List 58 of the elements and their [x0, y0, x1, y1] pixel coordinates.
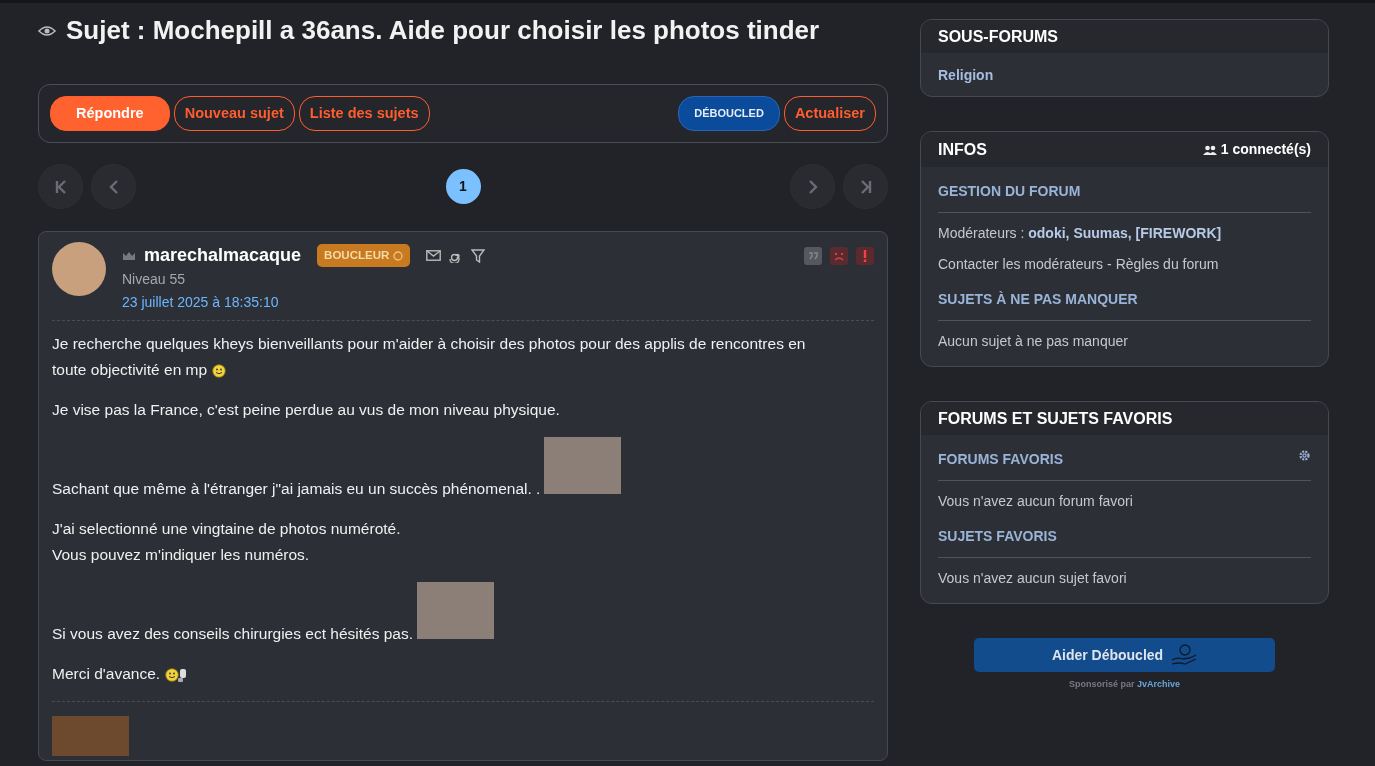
action-button[interactable]: Actualiser: [783, 96, 876, 131]
report-button[interactable]: [856, 246, 874, 265]
last-page-icon: [858, 179, 873, 194]
sidebar-text: Vous n'avez aucun forum favori: [938, 492, 1133, 512]
smiley-icon: [165, 666, 188, 683]
sidebar-text: Vous n'avez aucun sujet favori: [938, 569, 1127, 589]
quote-button[interactable]: [804, 246, 822, 265]
smiley-icon: [212, 363, 227, 378]
post-date-link[interactable]: 23 juillet 2025 à 18:35:10: [122, 294, 279, 310]
sidebar-link[interactable]: Règles du forum: [1115, 254, 1219, 276]
coin-hand-icon: [1171, 644, 1198, 667]
sponsor-text: Sponsorisé par: [1068, 679, 1135, 690]
sidebar-link[interactable]: Contacter les modérateurs: [938, 254, 1103, 276]
filter-icon[interactable]: [471, 248, 486, 263]
sidebar-text: Aucun sujet à ne pas manquer: [938, 332, 1128, 352]
topic-title: Sujet : Mochepill a 36ans. Aide pour choisir les photos tinder: [66, 15, 820, 47]
quote-icon: [808, 251, 818, 260]
action-button[interactable]: Nouveau sujet: [173, 96, 295, 131]
donate-button[interactable]: Aider Déboucled: [974, 638, 1275, 673]
circle-icon: [393, 250, 404, 261]
sidebar-text: -: [1106, 255, 1112, 275]
section-heading: GESTION DU FORUM: [938, 182, 1081, 202]
sidebar-text: Modérateurs : odoki, Suumas, [FIREWORK]: [938, 224, 1222, 244]
first-page-icon: [53, 179, 68, 194]
settings-icon[interactable]: [1298, 449, 1311, 463]
section-heading: SUJETS À NE PAS MANQUER: [938, 290, 1138, 310]
sponsor-link[interactable]: JvArchive: [1137, 679, 1181, 690]
brand-button[interactable]: DÉBOUCLED: [678, 96, 780, 131]
last-page-button[interactable]: [843, 164, 888, 209]
post-text: J'ai selectionné une vingtaine de photos numéroté.: [52, 520, 401, 537]
avatar-photo-placeholder: [52, 242, 106, 296]
panel-title: SOUS-FORUMS: [938, 27, 1058, 47]
exclamation-icon: [863, 249, 867, 262]
sad-face-button[interactable]: [830, 246, 848, 265]
section-heading: FORUMS FAVORIS: [938, 450, 1063, 470]
post-text: Merci d'avance.: [52, 665, 161, 682]
post-text: Je recherche quelques kheys bienveillants pour m'aider à choisir des photos pour des applis de rencontres en: [52, 335, 806, 352]
eye-icon: [38, 25, 56, 37]
post-text: toute objectivité en mp: [52, 361, 208, 378]
rank-badge: BOUCLEUR: [317, 243, 411, 268]
action-button[interactable]: Liste des sujets: [298, 96, 430, 131]
author-level: Niveau 55: [122, 270, 187, 289]
page-button[interactable]: 1: [445, 169, 481, 204]
section-heading: SUJETS FAVORIS: [938, 527, 1057, 547]
post-text: Vous pouvez m'indiquer les numéros.: [52, 546, 310, 563]
first-page-button[interactable]: [38, 164, 83, 209]
sad-face-icon: [833, 250, 845, 261]
subforum-link[interactable]: Religion: [938, 65, 994, 87]
panel-title: FORUMS ET SUJETS FAVORIS: [938, 409, 1173, 429]
post-text: Sachant que même à l'étranger j"ai jamais eu un succès phénomenal. .: [52, 480, 541, 497]
author-name[interactable]: marechalmacaque: [144, 242, 302, 269]
post-text: Si vous avez des conseils chirurgies ect hésités pas.: [52, 625, 413, 642]
crown-icon: [122, 250, 136, 261]
panel-title: INFOS: [938, 140, 987, 160]
post-text: Je vise pas la France, c'est peine perdue au vus de mon niveau physique.: [52, 401, 560, 418]
online-count: 1 connecté(s): [1220, 140, 1311, 160]
mail-icon[interactable]: [426, 250, 442, 261]
people-icon: [1202, 144, 1217, 155]
